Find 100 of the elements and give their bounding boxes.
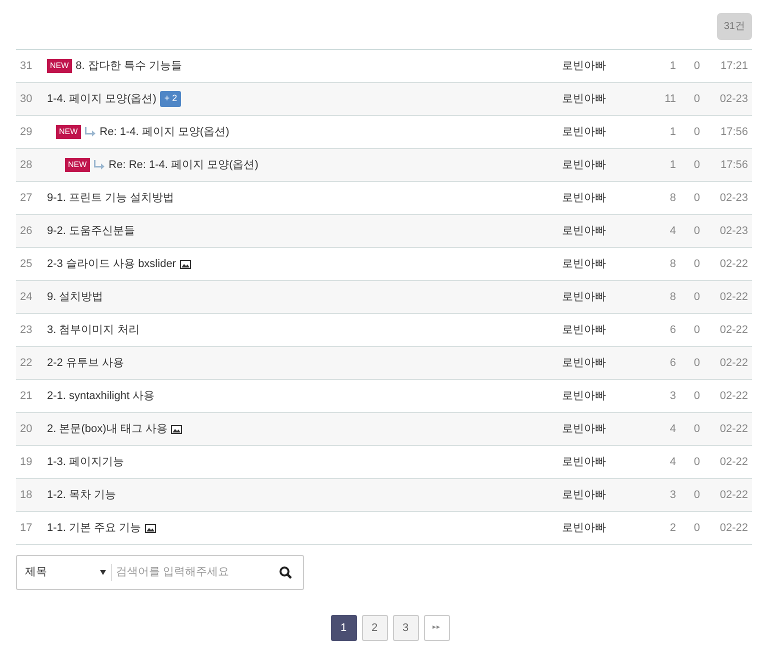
post-number: 17 (19, 520, 34, 536)
post-date: 02-23 (718, 92, 749, 107)
post-author: 로빈아빠 (562, 520, 607, 536)
post-date: 02-22 (718, 256, 749, 272)
post-title[interactable]: 2-2 유투브 사용 (47, 354, 124, 372)
post-author: 로빈아빠 (562, 256, 607, 272)
post-author: 로빈아빠 (562, 454, 607, 470)
view-count: 8 (668, 290, 676, 305)
post-author: 로빈아빠 (562, 58, 607, 74)
post-date: 17:21 (719, 58, 749, 74)
reply-arrow-icon (94, 160, 105, 170)
post-title[interactable]: 2-1. syntaxhilight 사용 (47, 388, 155, 404)
vote-count: 0 (692, 422, 700, 437)
view-count: 3 (668, 488, 676, 503)
post-title[interactable]: Re: 1-4. 페이지 모양(옵션) (100, 124, 230, 140)
dropdown-caret-icon (100, 570, 106, 575)
vote-count: 0 (692, 520, 700, 536)
image-icon (171, 424, 182, 434)
post-number: 20 (19, 422, 34, 437)
post-author: 로빈아빠 (562, 322, 607, 338)
post-title[interactable]: 9-2. 도움주신분들 (47, 222, 136, 240)
post-row[interactable]: 20 2. 본문(box)내 태그 사용 로빈아빠 4 0 02-22 (16, 413, 752, 446)
view-count: 11 (664, 92, 676, 107)
vote-count: 0 (692, 356, 700, 371)
post-title[interactable]: 1-1. 기본 주요 기능 (47, 520, 142, 536)
post-number: 29 (19, 124, 34, 140)
page-button[interactable]: 3 (392, 615, 418, 641)
post-row[interactable]: 30 1-4. 페이지 모양(옵션) + 2 로빈아빠 11 0 02-23 (16, 83, 752, 116)
view-count: 1 (668, 158, 676, 173)
view-count: 1 (668, 58, 676, 74)
post-count-badge: 31건 (716, 13, 752, 40)
view-count: 6 (668, 322, 676, 338)
post-date: 02-22 (718, 488, 749, 503)
search-icon (278, 566, 292, 579)
view-count: 3 (668, 388, 676, 404)
vote-count: 0 (692, 58, 700, 74)
post-number: 21 (19, 388, 34, 404)
post-number: 18 (19, 488, 34, 503)
post-number: 25 (19, 256, 34, 272)
post-title[interactable]: 9. 설치방법 (47, 288, 104, 306)
post-author: 로빈아빠 (562, 158, 607, 173)
post-date: 17:56 (719, 124, 749, 140)
post-date: 02-22 (718, 322, 749, 338)
vote-count: 0 (692, 158, 700, 173)
post-title[interactable]: 3. 첨부이미지 처리 (47, 322, 140, 338)
vote-count: 0 (692, 190, 700, 206)
post-date: 02-23 (718, 224, 749, 239)
post-date: 02-22 (718, 290, 749, 305)
post-row[interactable]: 24 9. 설치방법 로빈아빠 8 0 02-22 (16, 281, 752, 314)
vote-count: 0 (692, 92, 700, 107)
page-button[interactable]: 1 (330, 615, 356, 641)
post-date: 02-22 (718, 356, 749, 371)
post-title[interactable]: 8. 잡다한 특수 기능들 (76, 58, 182, 74)
vote-count: 0 (692, 290, 700, 305)
vote-count: 0 (692, 322, 700, 338)
post-date: 02-22 (718, 520, 749, 536)
search-field[interactable]: 제목 검색어를 입력해주세요 (16, 555, 304, 590)
image-icon (145, 524, 156, 532)
view-count: 6 (668, 356, 676, 371)
page-button[interactable]: 2 (362, 615, 388, 641)
view-count: 8 (668, 256, 676, 272)
view-count: 2 (668, 520, 676, 536)
post-author: 로빈아빠 (562, 92, 607, 107)
post-author: 로빈아빠 (562, 356, 607, 371)
view-count: 4 (668, 454, 676, 470)
post-title[interactable]: 1-3. 페이지기능 (47, 454, 124, 470)
post-number: 27 (19, 190, 34, 206)
vote-count: 0 (692, 388, 700, 404)
view-count: 4 (668, 224, 676, 239)
post-author: 로빈아빠 (562, 190, 607, 206)
post-row[interactable]: 26 9-2. 도움주신분들 로빈아빠 4 0 02-23 (16, 215, 752, 248)
post-title[interactable]: 2-3 슬라이드 사용 bxslider (47, 256, 176, 272)
post-row[interactable]: 18 1-2. 목차 기능 로빈아빠 3 0 02-22 (16, 479, 752, 512)
post-title[interactable]: 2. 본문(box)내 태그 사용 (47, 420, 168, 438)
post-author: 로빈아빠 (562, 124, 607, 140)
post-title[interactable]: 9-1. 프린트 기능 설치방법 (47, 190, 174, 206)
vote-count: 0 (692, 256, 700, 272)
post-row[interactable]: 22 2-2 유투브 사용 로빈아빠 6 0 02-22 (16, 347, 752, 380)
vote-count: 0 (692, 124, 700, 140)
post-author: 로빈아빠 (562, 388, 607, 404)
search-field-select[interactable]: 제목 (17, 564, 112, 581)
post-author: 로빈아빠 (562, 488, 607, 503)
post-number: 30 (19, 92, 34, 107)
post-number: 28 (19, 158, 34, 173)
view-count: 8 (668, 190, 676, 206)
post-date: 02-22 (718, 388, 749, 404)
post-title[interactable]: 1-4. 페이지 모양(옵션) (47, 90, 156, 108)
post-author: 로빈아빠 (562, 290, 607, 305)
post-title[interactable]: 1-2. 목차 기능 (47, 486, 116, 504)
post-row[interactable]: 28 NEW Re: Re: 1-4. 페이지 모양(옵션) 로빈아빠 1 0 17:56 (16, 149, 752, 182)
image-icon (180, 260, 191, 268)
vote-count: 0 (692, 224, 700, 239)
new-badge: NEW (65, 158, 90, 172)
post-title[interactable]: Re: Re: 1-4. 페이지 모양(옵션) (108, 156, 258, 174)
view-count: 1 (668, 124, 676, 140)
view-count: 4 (668, 422, 676, 437)
post-author: 로빈아빠 (562, 422, 607, 437)
post-number: 22 (19, 356, 34, 371)
post-date: 02-22 (718, 422, 749, 437)
new-badge: NEW (56, 125, 81, 139)
